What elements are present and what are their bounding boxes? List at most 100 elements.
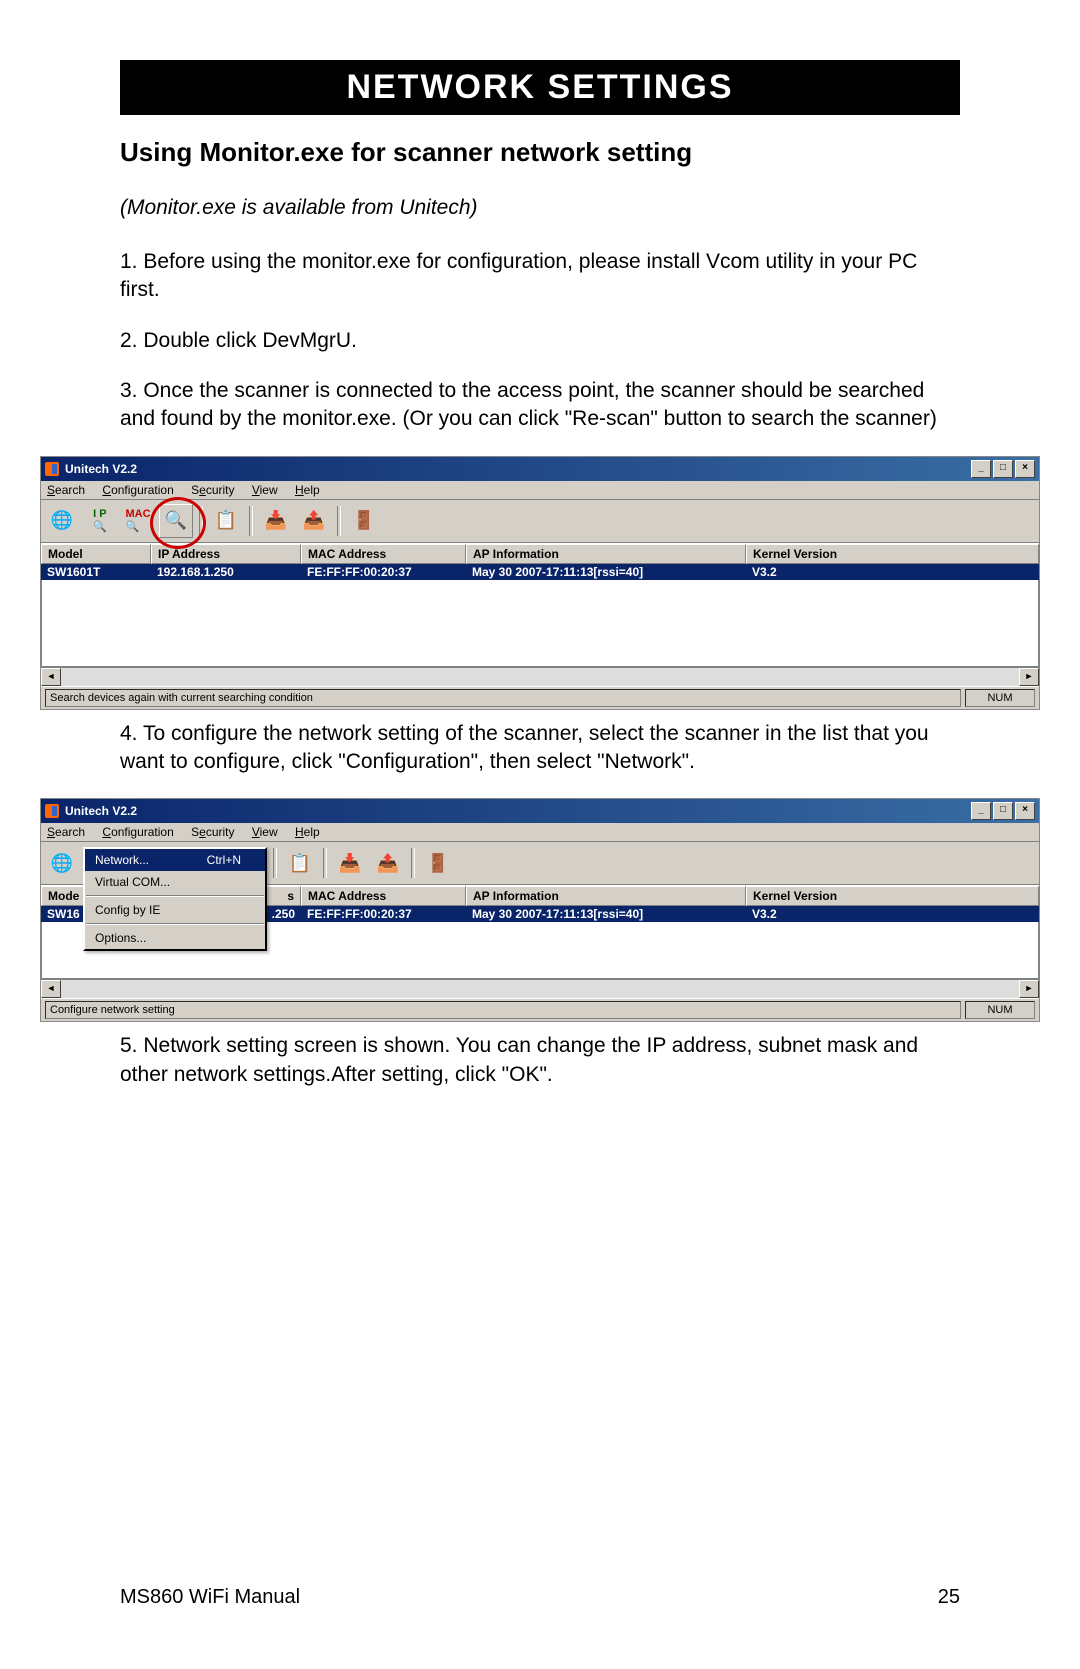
cell-kernel: V3.2 — [746, 906, 1039, 922]
menu-help[interactable]: Help — [295, 825, 320, 839]
import-icon[interactable]: 📥 — [333, 846, 367, 880]
export-icon[interactable]: 📤 — [371, 846, 405, 880]
step-5: 5. Network setting screen is shown. You … — [120, 1032, 960, 1089]
menu-configuration[interactable]: Configuration — [102, 483, 173, 497]
minimize-button[interactable]: _ — [971, 460, 991, 478]
toolbar-divider — [273, 848, 277, 878]
menu-item-config-by-ie[interactable]: Config by IE — [85, 899, 265, 921]
col-kernel-version[interactable]: Kernel Version — [746, 544, 1039, 564]
cell-ap: May 30 2007-17:11:13[rssi=40] — [466, 906, 746, 922]
toolbar-divider — [323, 848, 327, 878]
close-button[interactable]: × — [1015, 802, 1035, 820]
col-ip-address[interactable]: IP Address — [151, 544, 301, 564]
col-ap-info[interactable]: AP Information — [466, 544, 746, 564]
exit-icon[interactable]: 🚪 — [347, 504, 381, 538]
menu-separator — [86, 895, 264, 897]
close-button[interactable]: × — [1015, 460, 1035, 478]
mac-search-icon[interactable]: MAC🔍 — [121, 504, 155, 538]
app-logo-icon — [45, 804, 59, 818]
menu-security[interactable]: Security — [191, 825, 234, 839]
window-title: Unitech V2.2 — [65, 462, 971, 476]
menu-item-network[interactable]: Network... Ctrl+N — [85, 849, 265, 871]
horizontal-scrollbar[interactable]: ◄ ► — [41, 667, 1039, 686]
status-text: Configure network setting — [45, 1001, 961, 1019]
step-1: 1. Before using the monitor.exe for conf… — [120, 248, 960, 305]
subtitle: Using Monitor.exe for scanner network se… — [120, 137, 960, 168]
page-footer: MS860 WiFi Manual 25 — [120, 1586, 960, 1609]
grid-row-selected[interactable]: SW1601T 192.168.1.250 FE:FF:FF:00:20:37 … — [41, 564, 1039, 580]
menu-search[interactable]: Search — [47, 825, 85, 839]
menu-search[interactable]: Search — [47, 483, 85, 497]
menu-help[interactable]: Help — [295, 483, 320, 497]
screenshot-1: Unitech V2.2 _ □ × Search Configuration … — [40, 456, 1040, 710]
col-mac-address[interactable]: MAC Address — [301, 886, 466, 906]
menubar: Search Configuration Security View Help … — [41, 823, 1039, 842]
cell-mac: FE:FF:FF:00:20:37 — [301, 564, 466, 580]
grid-body — [41, 580, 1039, 667]
cell-model: SW1601T — [41, 564, 151, 580]
col-mac-address[interactable]: MAC Address — [301, 544, 466, 564]
minimize-button[interactable]: _ — [971, 802, 991, 820]
ip-search-icon[interactable]: I P🔍 — [83, 504, 117, 538]
page-number: 25 — [938, 1586, 960, 1609]
export-icon[interactable]: 📤 — [297, 504, 331, 538]
cell-ap: May 30 2007-17:11:13[rssi=40] — [466, 564, 746, 580]
config-icon[interactable]: 📋 — [209, 504, 243, 538]
highlight-circle — [150, 497, 206, 549]
toolbar-divider — [411, 848, 415, 878]
toolbar-divider — [337, 506, 341, 536]
status-numlock: NUM — [965, 689, 1035, 707]
broadcast-search-icon[interactable]: 🌐 — [45, 846, 79, 880]
scroll-right-button[interactable]: ► — [1019, 668, 1039, 686]
status-numlock: NUM — [965, 1001, 1035, 1019]
menu-configuration[interactable]: Configuration — [102, 825, 173, 839]
rescan-icon[interactable]: 🔍 — [159, 504, 193, 538]
cell-model: SW16 — [41, 906, 85, 922]
toolbar-divider — [249, 506, 253, 536]
col-ap-info[interactable]: AP Information — [466, 886, 746, 906]
grid-header: Model IP Address MAC Address AP Informat… — [41, 543, 1039, 564]
menu-item-virtual-com[interactable]: Virtual COM... — [85, 871, 265, 893]
cell-kernel: V3.2 — [746, 564, 1039, 580]
statusbar: Search devices again with current search… — [41, 686, 1039, 709]
scroll-left-button[interactable]: ◄ — [41, 980, 61, 998]
toolbar-divider — [199, 506, 203, 536]
col-model-partial[interactable]: Mode — [41, 886, 85, 906]
toolbar: 🌐 I P🔍 MAC🔍 🔍 📋 📥 📤 🚪 — [41, 500, 1039, 543]
cell-mac: FE:FF:FF:00:20:37 — [301, 906, 466, 922]
scroll-track[interactable] — [61, 980, 1019, 998]
status-text: Search devices again with current search… — [45, 689, 961, 707]
scroll-right-button[interactable]: ► — [1019, 980, 1039, 998]
statusbar: Configure network setting NUM — [41, 998, 1039, 1021]
step-3: 3. Once the scanner is connected to the … — [120, 377, 960, 434]
menu-view[interactable]: View — [252, 483, 278, 497]
horizontal-scrollbar[interactable]: ◄ ► — [41, 979, 1039, 998]
config-icon[interactable]: 📋 — [283, 846, 317, 880]
col-model[interactable]: Model — [41, 544, 151, 564]
col-kernel-version[interactable]: Kernel Version — [746, 886, 1039, 906]
window-title: Unitech V2.2 — [65, 804, 971, 818]
menu-separator — [86, 923, 264, 925]
window-titlebar: Unitech V2.2 _ □ × — [41, 799, 1039, 823]
availability-note: (Monitor.exe is available from Unitech) — [120, 196, 960, 220]
app-logo-icon — [45, 462, 59, 476]
broadcast-search-icon[interactable]: 🌐 — [45, 504, 79, 538]
maximize-button[interactable]: □ — [993, 460, 1013, 478]
page-header: NETWORK SETTINGS — [120, 60, 960, 115]
window-titlebar: Unitech V2.2 _ □ × — [41, 457, 1039, 481]
import-icon[interactable]: 📥 — [259, 504, 293, 538]
screenshot-2: Unitech V2.2 _ □ × Search Configuration … — [40, 798, 1040, 1022]
menubar: Search Configuration Security View Help — [41, 481, 1039, 500]
configuration-dropdown: Network... Ctrl+N Virtual COM... Config … — [83, 847, 267, 951]
menu-security[interactable]: Security — [191, 483, 234, 497]
footer-title: MS860 WiFi Manual — [120, 1586, 300, 1609]
step-2: 2. Double click DevMgrU. — [120, 327, 960, 355]
cell-ip: 192.168.1.250 — [151, 564, 301, 580]
menu-item-options[interactable]: Options... — [85, 927, 265, 949]
scroll-left-button[interactable]: ◄ — [41, 668, 61, 686]
exit-icon[interactable]: 🚪 — [421, 846, 455, 880]
step-4: 4. To configure the network setting of t… — [120, 720, 960, 777]
menu-view[interactable]: View — [252, 825, 278, 839]
maximize-button[interactable]: □ — [993, 802, 1013, 820]
scroll-track[interactable] — [61, 668, 1019, 686]
